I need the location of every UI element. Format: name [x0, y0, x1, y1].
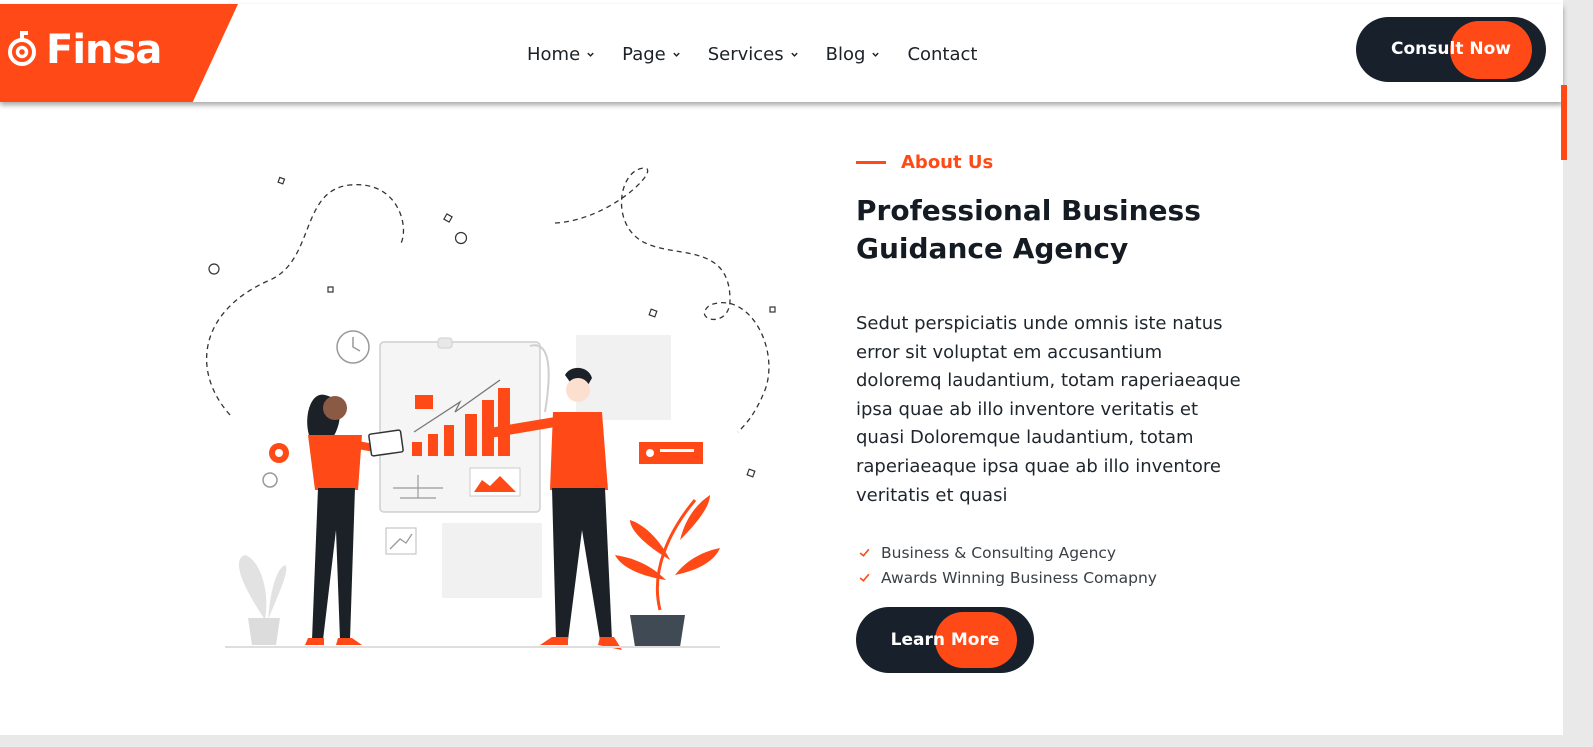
checklist-item: Business & Consulting Agency: [856, 540, 1456, 565]
nav-item-home[interactable]: Home: [527, 44, 595, 65]
consult-now-button[interactable]: Consult Now: [1356, 17, 1546, 82]
page: Finsa Home Page Services Blog Contact Co…: [0, 0, 1567, 735]
learn-more-label: Learn More: [890, 630, 1000, 650]
nav-item-services[interactable]: Services: [708, 44, 799, 65]
chevron-down-icon: [790, 52, 798, 57]
logo-text: Finsa: [46, 27, 162, 73]
checklist-item: Awards Winning Business Comapny: [856, 565, 1456, 590]
section-eyebrow: About Us: [856, 148, 1456, 176]
site-header: Finsa Home Page Services Blog Contact Co…: [0, 4, 1563, 102]
nav-item-label: Home: [527, 43, 581, 65]
about-section: About Us Professional Business Guidance …: [856, 148, 1456, 590]
check-icon: [859, 548, 870, 558]
chevron-down-icon: [673, 52, 680, 57]
section-title: Professional Business Guidance Agency: [856, 194, 1201, 265]
nav-item-label: Blog: [825, 43, 866, 65]
nav-item-blog[interactable]: Blog: [826, 44, 881, 65]
logo[interactable]: Finsa: [0, 4, 238, 102]
eyebrow-line: [856, 160, 886, 164]
learn-more-button[interactable]: Learn More: [856, 607, 1034, 673]
nav-item-contact[interactable]: Contact: [907, 44, 977, 65]
consult-now-label: Consult Now: [1391, 39, 1511, 59]
nav-item-label: Page: [622, 43, 666, 65]
nav-item-page[interactable]: Page: [622, 44, 681, 65]
checklist-item-text: Business & Consulting Agency: [881, 543, 1117, 562]
nav-item-label: Contact: [907, 43, 978, 65]
main-nav: Home Page Services Blog Contact: [527, 40, 977, 68]
business-presentation-illustration: [205, 167, 776, 650]
checklist-item-text: Awards Winning Business Comapny: [881, 568, 1157, 587]
nav-item-label: Services: [707, 43, 784, 65]
eyebrow-text: About Us: [901, 151, 994, 173]
chevron-down-icon: [587, 52, 594, 57]
check-icon: [859, 573, 870, 583]
scroll-indicator[interactable]: [1561, 85, 1567, 160]
feature-checklist: Business & Consulting Agency Awards Winn…: [856, 540, 1456, 590]
section-body: Sedut perspiciatis unde omnis iste natus…: [856, 313, 1241, 506]
logo-icon: [8, 31, 36, 66]
chevron-down-icon: [872, 52, 880, 57]
